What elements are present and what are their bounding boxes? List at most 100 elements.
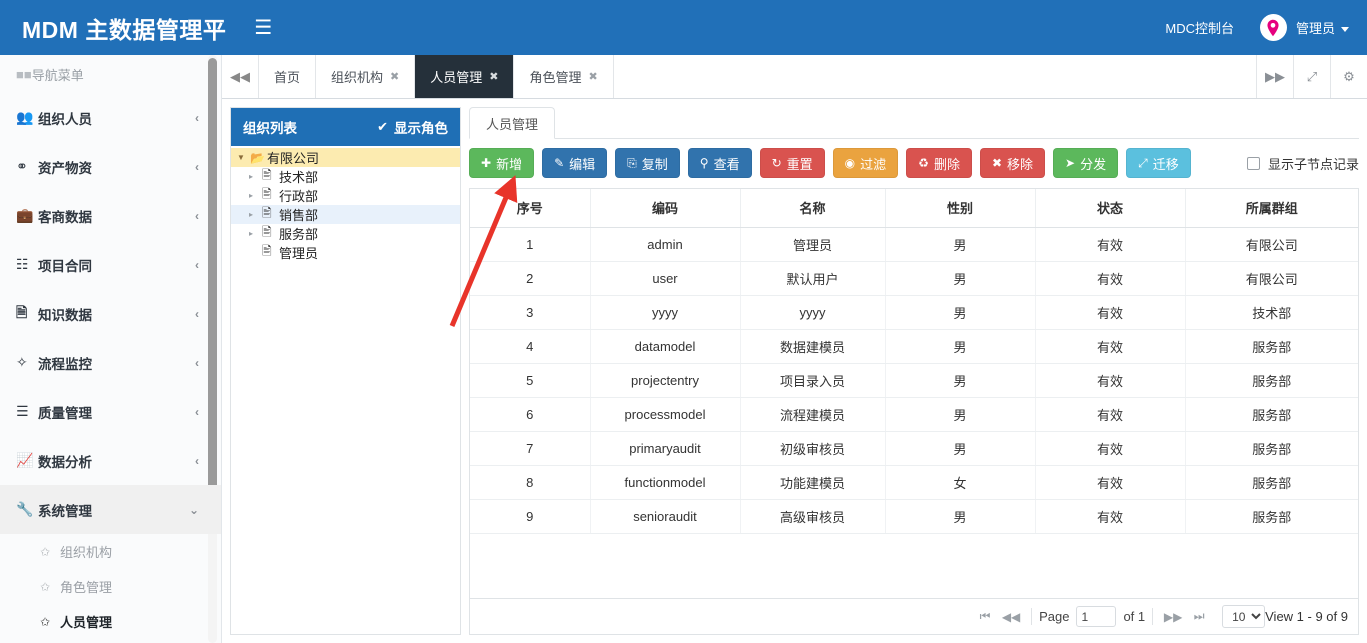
- add-button[interactable]: ✚ 新增: [469, 148, 535, 178]
- cell-name: 数据建模员: [740, 329, 886, 364]
- sidebar-item-label: 项目合同: [38, 258, 92, 274]
- tab-organization[interactable]: 组织机构 ✖: [316, 55, 416, 98]
- cell-code: processmodel: [590, 397, 741, 432]
- sidebar-item-liuchengjiankong[interactable]: ✧ 流程监控 ‹: [0, 338, 221, 387]
- col-group[interactable]: 所属群组: [1185, 189, 1358, 228]
- checkbox-box[interactable]: [1246, 156, 1260, 170]
- grid-icon: ■■: [16, 66, 32, 82]
- close-icon[interactable]: ✖: [390, 70, 399, 83]
- show-role-toggle[interactable]: ✔ 显示角色: [377, 117, 448, 137]
- fullscreen-icon[interactable]: ⤢: [1293, 55, 1330, 98]
- tree-node-guanliyuan[interactable]: 🖹 管理员: [231, 243, 460, 262]
- table-row[interactable]: 4 datamodel 数据建模员 男 有效 服务部: [470, 329, 1358, 364]
- cell-group: 服务部: [1185, 363, 1358, 398]
- button-label: 删除: [933, 156, 960, 172]
- filter-icon: ◉: [844, 156, 856, 170]
- spinner-icon: ✧: [16, 354, 28, 370]
- cell-index: 5: [470, 363, 591, 398]
- sidebar-item-xiangmuhetong[interactable]: ☷ 项目合同 ‹: [0, 240, 221, 289]
- leaf-icon: ✩: [40, 614, 51, 629]
- wrench-icon: 🔧: [16, 501, 34, 517]
- sidebar-item-zhishishuju[interactable]: 🗎 知识数据 ‹: [0, 289, 221, 338]
- tree-node-jishubu[interactable]: ▸ 🖹 技术部: [231, 167, 460, 186]
- page-size-select[interactable]: 10: [1222, 605, 1266, 628]
- sidebar-item-keshangshuju[interactable]: 💼 客商数据 ‹: [0, 191, 221, 240]
- gear-icon[interactable]: ⚙: [1330, 55, 1367, 98]
- col-code[interactable]: 编码: [590, 189, 741, 228]
- table-row[interactable]: 6 processmodel 流程建模员 男 有效 服务部: [470, 397, 1358, 432]
- sidebar-item-label: 流程监控: [38, 356, 92, 372]
- table-row[interactable]: 2 user 默认用户 男 有效 有限公司: [470, 261, 1358, 296]
- inner-tab-personnel[interactable]: 人员管理: [469, 107, 556, 139]
- tab-personnel[interactable]: 人员管理 ✖: [415, 55, 515, 98]
- delete-button[interactable]: ♻ 删除: [906, 148, 972, 178]
- tree-node-fuwubu[interactable]: ▸ 🖹 服务部: [231, 224, 460, 243]
- sidebar-item-zichanwuzi[interactable]: ⚭ 资产物资 ‹: [0, 142, 221, 191]
- page-next-icon[interactable]: ▶▶: [1160, 610, 1186, 624]
- table-row[interactable]: 3 yyyy yyyy 男 有效 技术部: [470, 295, 1358, 330]
- hamburger-icon[interactable]: ☰: [254, 18, 272, 38]
- table-row[interactable]: 5 projectentry 项目录入员 男 有效 服务部: [470, 363, 1358, 398]
- button-label: 分发: [1080, 156, 1107, 172]
- sidebar-item-jueseguanli[interactable]: ✩ 角色管理: [0, 569, 221, 604]
- chevron-left-icon: ‹: [195, 453, 199, 468]
- tree-node-youxiangongsi[interactable]: ▼ 📂 有限公司: [231, 148, 460, 167]
- table-row[interactable]: 9 senioraudit 高级审核员 男 有效 服务部: [470, 499, 1358, 534]
- show-child-records-checkbox[interactable]: 显示子节点记录: [1246, 154, 1359, 173]
- caret-right-icon[interactable]: ▸: [249, 210, 262, 219]
- caret-right-icon[interactable]: ▸: [249, 229, 262, 238]
- tree-node-xiaoshoubu[interactable]: ▸ 🖹 销售部: [231, 205, 460, 224]
- location-pin-icon[interactable]: [1259, 14, 1287, 41]
- reset-button[interactable]: ↻ 重置: [759, 148, 825, 178]
- tab-label: 人员管理: [430, 70, 483, 85]
- refresh-icon: ↻: [771, 156, 782, 170]
- chart-line-icon: 📈: [16, 452, 34, 468]
- page-input[interactable]: [1076, 606, 1117, 627]
- sidebar-item-gongnengguanli[interactable]: ✩ 功能管理: [0, 639, 221, 643]
- page-prev-icon[interactable]: ◀◀: [998, 610, 1024, 624]
- page-last-icon[interactable]: ⏭: [1186, 609, 1212, 624]
- close-icon[interactable]: ✖: [589, 70, 598, 83]
- distribute-button[interactable]: ➤ 分发: [1053, 148, 1119, 178]
- migrate-button[interactable]: ⤢ 迁移: [1126, 148, 1191, 178]
- double-right-icon[interactable]: ▶▶: [1256, 55, 1293, 98]
- caret-right-icon[interactable]: ▸: [249, 191, 262, 200]
- sidebar[interactable]: ■■ 导航菜单 👥 组织人员 ‹ ⚭ 资产物资 ‹ 💼 客商数据 ‹ ☷ 项目合…: [0, 55, 222, 643]
- col-name[interactable]: 名称: [740, 189, 886, 228]
- search-icon: ⚲: [699, 156, 709, 170]
- table-row[interactable]: 7 primaryaudit 初级审核员 男 有效 服务部: [470, 431, 1358, 466]
- sidebar-item-xitongguanli[interactable]: 🔧 系统管理 ⌄: [0, 485, 221, 534]
- user-menu[interactable]: 管理员: [1296, 18, 1349, 37]
- sidebar-item-zuzhirenyuan[interactable]: 👥 组织人员 ‹: [0, 93, 221, 142]
- view-range-label: View 1 - 9 of 9: [1265, 609, 1348, 624]
- tab-role[interactable]: 角色管理 ✖: [514, 55, 614, 98]
- mdc-console-link[interactable]: MDC控制台: [1165, 18, 1234, 37]
- cell-group: 服务部: [1185, 329, 1358, 364]
- tree-node-xingzhengbu[interactable]: ▸ 🖹 行政部: [231, 186, 460, 205]
- remove-button[interactable]: ✖ 移除: [979, 148, 1046, 178]
- col-status[interactable]: 状态: [1035, 189, 1186, 228]
- caret-right-icon[interactable]: ▸: [249, 172, 262, 181]
- close-icon[interactable]: ✖: [489, 70, 498, 83]
- col-index[interactable]: 序号: [470, 189, 591, 228]
- col-gender[interactable]: 性别: [885, 189, 1036, 228]
- sidebar-item-zuzhijigou[interactable]: ✩ 组织机构: [0, 534, 221, 569]
- page-first-icon[interactable]: ⏮: [972, 609, 998, 624]
- filter-button[interactable]: ◉ 过滤: [832, 148, 899, 178]
- copy-button[interactable]: ⎘ 复制: [615, 148, 680, 178]
- cell-gender: 男: [885, 295, 1036, 330]
- table-row[interactable]: 1 admin 管理员 男 有效 有限公司: [470, 227, 1358, 262]
- caret-down-icon[interactable]: ▼: [237, 153, 250, 162]
- tree-node-label: 技术部: [279, 170, 319, 185]
- view-button[interactable]: ⚲ 查看: [687, 148, 752, 178]
- folder-icon: 📂: [250, 150, 265, 165]
- edit-icon: ✎: [554, 156, 565, 170]
- table-row[interactable]: 8 functionmodel 功能建模员 女 有效 服务部: [470, 465, 1358, 500]
- tab-home[interactable]: 首页: [259, 55, 317, 98]
- cell-status: 有效: [1035, 431, 1186, 466]
- sidebar-item-shujufenxi[interactable]: 📈 数据分析 ‹: [0, 436, 221, 485]
- edit-button[interactable]: ✎ 编辑: [542, 148, 608, 178]
- sidebar-item-renyuanguanli[interactable]: ✩ 人员管理: [0, 604, 221, 639]
- double-left-icon[interactable]: ◀◀: [222, 55, 259, 98]
- sidebar-item-zhiliangguanli[interactable]: ☰ 质量管理 ‹: [0, 387, 221, 436]
